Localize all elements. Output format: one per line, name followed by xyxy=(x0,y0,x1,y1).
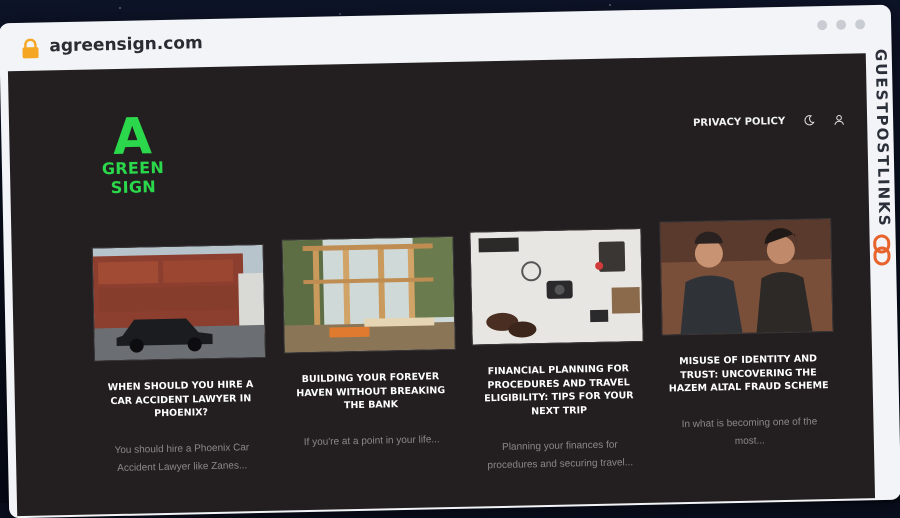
post-title[interactable]: WHEN SHOULD YOU HIRE A CAR ACCIDENT LAWY… xyxy=(98,378,263,422)
page-content: A GREEN SIGN PRIVACY POLICY WHEN SHOULD … xyxy=(7,53,876,517)
post-thumbnail-construction[interactable] xyxy=(281,235,456,354)
logo-text: GREEN SIGN xyxy=(101,157,165,198)
post-title[interactable]: BUILDING YOUR FOREVER HAVEN WITHOUT BREA… xyxy=(288,370,453,414)
post-card[interactable]: MISUSE OF IDENTITY AND TRUST: UNCOVERING… xyxy=(659,218,836,452)
post-title[interactable]: MISUSE OF IDENTITY AND TRUST: UNCOVERING… xyxy=(666,352,831,396)
window-dot-icon[interactable] xyxy=(836,19,847,30)
post-card[interactable]: FINANCIAL PLANNING FOR PROCEDURES AND TR… xyxy=(469,227,646,476)
chain-link-icon xyxy=(873,234,891,266)
post-excerpt: You should hire a Phoenix Car Accident L… xyxy=(114,441,250,474)
post-excerpt: Planning your finances for procedures an… xyxy=(487,439,634,472)
post-thumbnail-people[interactable] xyxy=(659,218,834,336)
browser-window: agreensign.com A GREEN SIGN PRIVACY POLI… xyxy=(0,4,900,518)
moon-icon[interactable] xyxy=(803,114,815,126)
lock-icon xyxy=(22,38,39,59)
post-title[interactable]: FINANCIAL PLANNING FOR PROCEDURES AND TR… xyxy=(476,362,641,419)
nav-privacy-policy[interactable]: PRIVACY POLICY xyxy=(693,115,785,128)
site-logo[interactable]: A GREEN SIGN xyxy=(89,107,177,198)
post-thumbnail-travel[interactable] xyxy=(469,227,644,346)
main-nav: PRIVACY POLICY xyxy=(693,114,845,129)
post-card[interactable]: WHEN SHOULD YOU HIRE A CAR ACCIDENT LAWY… xyxy=(91,243,269,478)
url-text[interactable]: agreensign.com xyxy=(49,33,203,56)
post-excerpt: In what is becoming one of the most... xyxy=(681,415,818,447)
post-card[interactable]: BUILDING YOUR FOREVER HAVEN WITHOUT BREA… xyxy=(281,235,458,452)
user-icon[interactable] xyxy=(833,114,845,126)
window-dot-icon[interactable] xyxy=(817,20,828,31)
post-thumbnail-car[interactable] xyxy=(91,243,266,362)
watermark-text: GUESTPOSTLINKS xyxy=(871,48,894,228)
window-dot-icon[interactable] xyxy=(855,19,866,30)
window-controls xyxy=(817,19,866,31)
post-excerpt: If you're at a point in your life... xyxy=(303,433,440,448)
logo-letter: A xyxy=(112,107,153,167)
